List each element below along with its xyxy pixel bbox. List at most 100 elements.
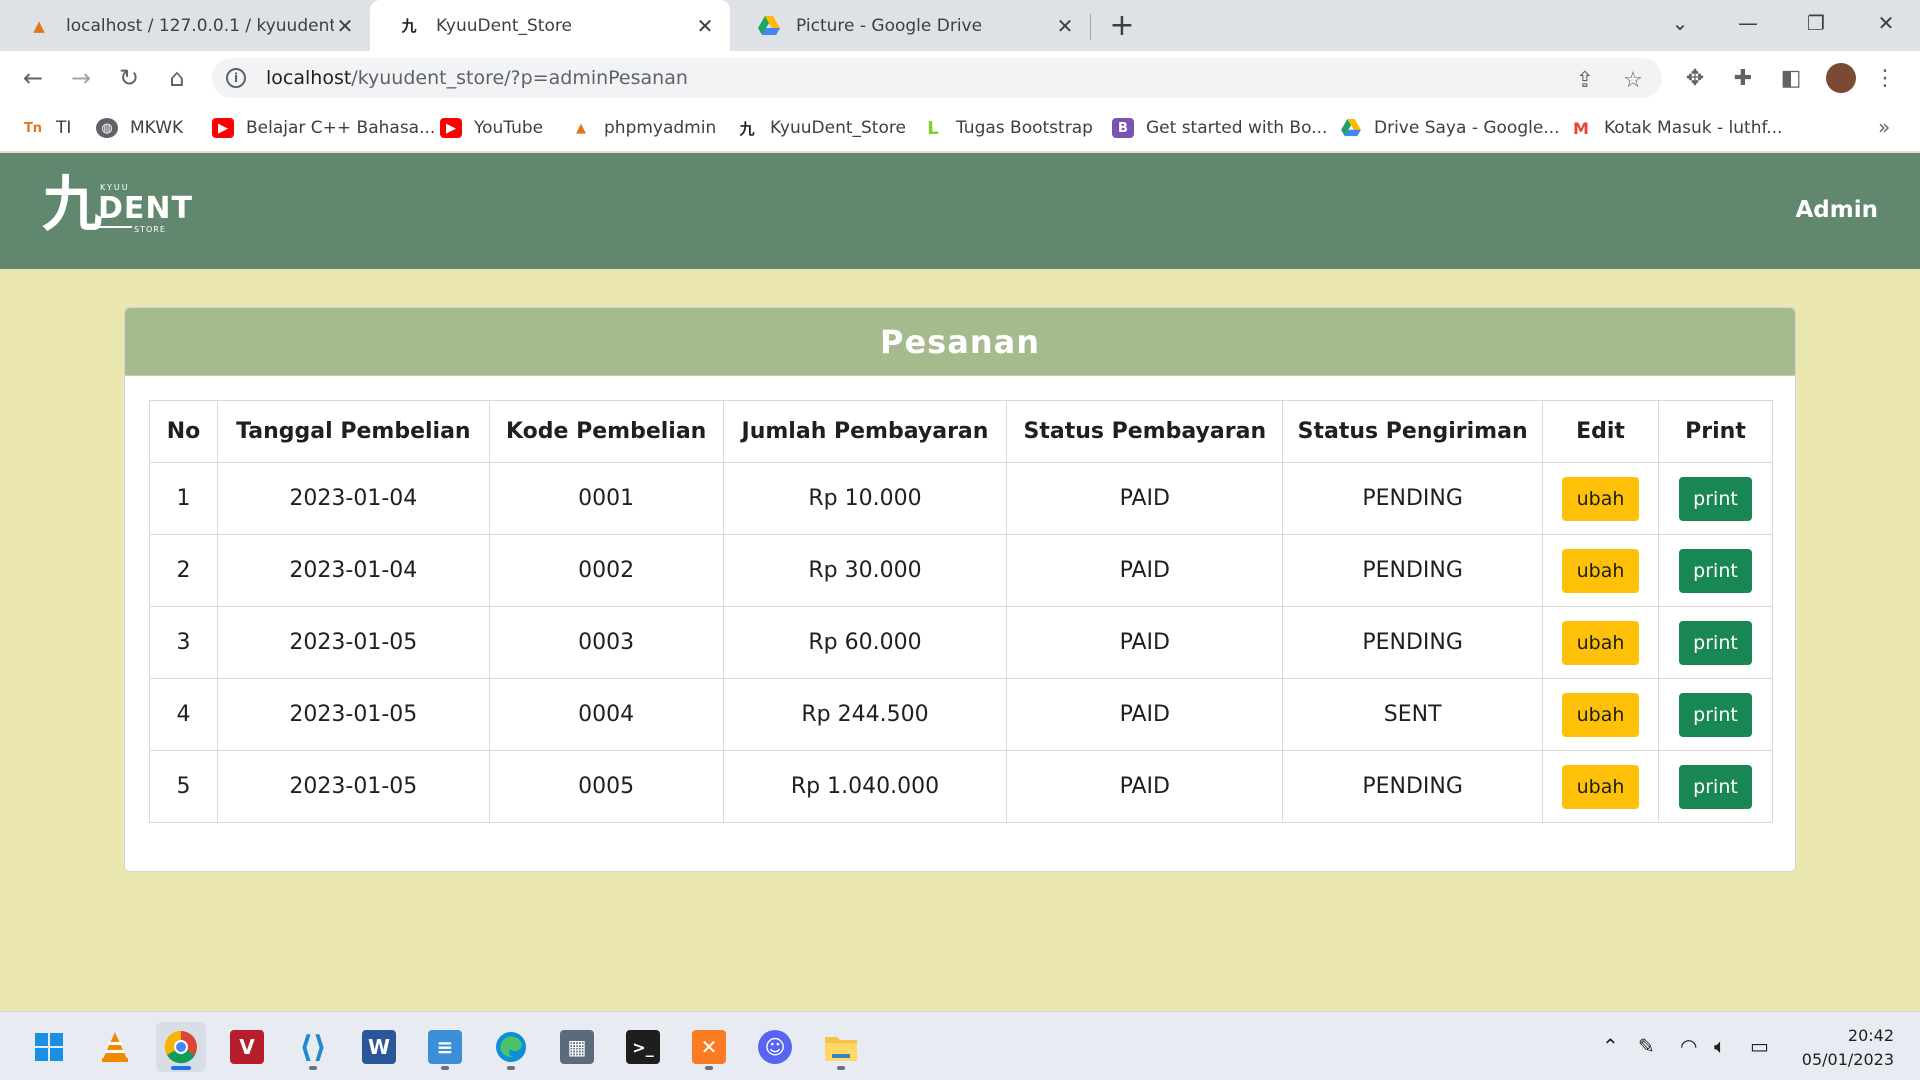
taskbar-vlc[interactable] bbox=[90, 1022, 140, 1072]
new-tab-button[interactable]: + bbox=[1106, 8, 1138, 43]
column-header-status-pembayaran: Status Pembayaran bbox=[1006, 400, 1284, 463]
cell-status-pengiriman: PENDING bbox=[1282, 606, 1544, 679]
taskbar-clock[interactable]: 20:42 05/01/2023 bbox=[1800, 1024, 1894, 1072]
xampp-icon: ✕ bbox=[692, 1030, 726, 1064]
cell-no: 1 bbox=[149, 462, 218, 535]
table-row: 5 2023-01-05 0005 Rp 1.040.000 PAID PEND… bbox=[149, 750, 1773, 823]
cell-no: 4 bbox=[149, 678, 218, 751]
notification-pen-icon[interactable]: ✎ bbox=[1638, 1034, 1655, 1058]
extensions-puzzle-icon[interactable]: ✚ bbox=[1726, 61, 1760, 95]
start-button[interactable] bbox=[24, 1022, 74, 1072]
taskbar-discord[interactable]: ☺ bbox=[750, 1022, 800, 1072]
cell-kode: 0003 bbox=[488, 606, 724, 679]
bookmark-star-icon[interactable]: ☆ bbox=[1620, 67, 1646, 93]
browser-tab-strip: ▲ localhost / 127.0.0.1 / kyuudent_s ✕ 九… bbox=[0, 0, 1920, 51]
minimize-icon[interactable]: — bbox=[1728, 6, 1768, 40]
print-button[interactable]: print bbox=[1679, 764, 1752, 809]
close-icon[interactable]: ✕ bbox=[694, 14, 716, 38]
windows-logo-icon bbox=[32, 1030, 66, 1064]
restore-icon[interactable]: ❐ bbox=[1796, 6, 1836, 40]
home-icon[interactable]: ⌂ bbox=[160, 61, 194, 95]
battery-icon[interactable]: ▭ bbox=[1750, 1034, 1769, 1058]
bookmark-belajar-cpp[interactable]: ▶ Belajar C++ Bahasa... bbox=[212, 115, 435, 141]
print-button[interactable]: print bbox=[1679, 620, 1752, 665]
tab-title: localhost / 127.0.0.1 / kyuudent_s bbox=[66, 15, 334, 36]
menu-kebab-icon[interactable]: ⋮ bbox=[1868, 61, 1902, 95]
share-icon[interactable]: ⇪ bbox=[1572, 67, 1598, 93]
taskbar-notepad[interactable]: ≡ bbox=[420, 1022, 470, 1072]
print-button[interactable]: print bbox=[1679, 548, 1752, 593]
cell-status-pembayaran: PAID bbox=[1006, 606, 1284, 679]
taskbar-chrome[interactable] bbox=[156, 1022, 206, 1072]
bookmarks-overflow-icon[interactable]: » bbox=[1878, 115, 1890, 139]
tab-google-drive[interactable]: Picture - Google Drive ✕ bbox=[730, 0, 1090, 51]
kyuudent-icon: 九 bbox=[739, 119, 755, 138]
side-panel-icon[interactable]: ◧ bbox=[1774, 61, 1808, 95]
cell-edit: ubah bbox=[1542, 462, 1659, 535]
tab-search-chevron-down-icon[interactable]: ⌄ bbox=[1660, 6, 1700, 40]
reload-icon[interactable]: ↻ bbox=[112, 61, 146, 95]
address-bar[interactable]: i localhost/kyuudent_store/?p=adminPesan… bbox=[212, 58, 1662, 98]
bookmark-youtube[interactable]: ▶ YouTube bbox=[440, 115, 543, 141]
phpmyadmin-icon: ▲ bbox=[33, 16, 45, 35]
bootstrap-l-icon: L bbox=[927, 117, 939, 139]
ubah-button[interactable]: ubah bbox=[1561, 476, 1640, 521]
bookmark-kotak-masuk[interactable]: M Kotak Masuk - luthf... bbox=[1570, 115, 1782, 141]
tray-overflow-chevron-up-icon[interactable]: ⌃ bbox=[1602, 1034, 1619, 1058]
back-arrow-icon[interactable]: ← bbox=[16, 61, 50, 95]
phpmyadmin-icon: ▲ bbox=[576, 120, 586, 136]
cell-status-pembayaran: PAID bbox=[1006, 462, 1284, 535]
close-icon[interactable]: ✕ bbox=[1054, 14, 1076, 38]
tab-title: KyuuDent_Store bbox=[436, 15, 572, 36]
taskbar-file-explorer[interactable] bbox=[816, 1022, 866, 1072]
kyuudent-logo[interactable]: 九 KYUU DENT STORE bbox=[42, 170, 192, 247]
cell-kode: 0005 bbox=[488, 750, 724, 823]
bookmark-mkwk[interactable]: ◍ MKWK bbox=[96, 115, 183, 141]
column-header-kode: Kode Pembelian bbox=[488, 400, 724, 463]
bookmark-get-started-bootstrap[interactable]: B Get started with Bo... bbox=[1112, 115, 1327, 141]
taskbar-word[interactable]: W bbox=[354, 1022, 404, 1072]
ubah-button[interactable]: ubah bbox=[1561, 548, 1640, 593]
taskbar-vscode[interactable]: ⟨⟩ bbox=[288, 1022, 338, 1072]
wifi-icon[interactable]: ◠ bbox=[1680, 1034, 1697, 1058]
admin-menu-link[interactable]: Admin bbox=[1796, 197, 1879, 223]
cell-status-pembayaran: PAID bbox=[1006, 750, 1284, 823]
vlc-cone-icon bbox=[98, 1030, 132, 1064]
bookmark-kyuudent-store[interactable]: 九 KyuuDent_Store bbox=[736, 115, 905, 141]
close-icon[interactable]: ✕ bbox=[334, 14, 356, 38]
ubah-button[interactable]: ubah bbox=[1561, 620, 1640, 665]
column-header-no: No bbox=[149, 400, 218, 463]
bookmark-phpmyadmin[interactable]: ▲ phpmyadmin bbox=[570, 115, 716, 141]
bootstrap-icon: B bbox=[1112, 118, 1134, 138]
chrome-icon bbox=[164, 1030, 198, 1064]
print-button[interactable]: print bbox=[1679, 692, 1752, 737]
cell-edit: ubah bbox=[1542, 606, 1659, 679]
move-extension-icon[interactable]: ✥ bbox=[1678, 61, 1712, 95]
ubah-button[interactable]: ubah bbox=[1561, 692, 1640, 737]
google-drive-icon bbox=[1340, 118, 1362, 138]
taskbar-valorant[interactable]: V bbox=[222, 1022, 272, 1072]
windows-taskbar: V ⟨⟩ W ≡ ▦ >_ ✕ ☺ ⌃ ✎ ◠ 🔈︎ ▭ 20:42 05/01… bbox=[0, 1011, 1920, 1080]
url-text[interactable]: localhost/kyuudent_store/?p=adminPesanan bbox=[266, 67, 688, 89]
ubah-button[interactable]: ubah bbox=[1561, 764, 1640, 809]
forward-arrow-icon[interactable]: → bbox=[64, 61, 98, 95]
card-header: Pesanan bbox=[125, 308, 1795, 376]
taskbar-xampp[interactable]: ✕ bbox=[684, 1022, 734, 1072]
bookmark-ti[interactable]: Tn TI bbox=[22, 115, 71, 141]
close-window-icon[interactable]: ✕ bbox=[1866, 6, 1906, 40]
profile-avatar[interactable] bbox=[1826, 63, 1856, 93]
taskbar-terminal[interactable]: >_ bbox=[618, 1022, 668, 1072]
bookmark-drive-saya[interactable]: Drive Saya - Google... bbox=[1340, 115, 1560, 141]
site-info-icon[interactable]: i bbox=[226, 68, 246, 88]
tab-phpmyadmin[interactable]: ▲ localhost / 127.0.0.1 / kyuudent_s ✕ bbox=[0, 0, 370, 51]
bookmark-tugas-bootstrap[interactable]: L Tugas Bootstrap bbox=[922, 115, 1093, 141]
cell-tanggal: 2023-01-04 bbox=[216, 462, 490, 535]
calculator-icon: ▦ bbox=[560, 1030, 594, 1064]
print-button[interactable]: print bbox=[1679, 476, 1752, 521]
cell-status-pembayaran: PAID bbox=[1006, 534, 1284, 607]
volume-icon[interactable]: 🔈︎ bbox=[1714, 1034, 1726, 1058]
tab-kyuudent-store[interactable]: 九 KyuuDent_Store ✕ bbox=[370, 0, 730, 51]
taskbar-edge[interactable] bbox=[486, 1022, 536, 1072]
taskbar-calculator[interactable]: ▦ bbox=[552, 1022, 602, 1072]
google-drive-icon bbox=[758, 15, 780, 37]
